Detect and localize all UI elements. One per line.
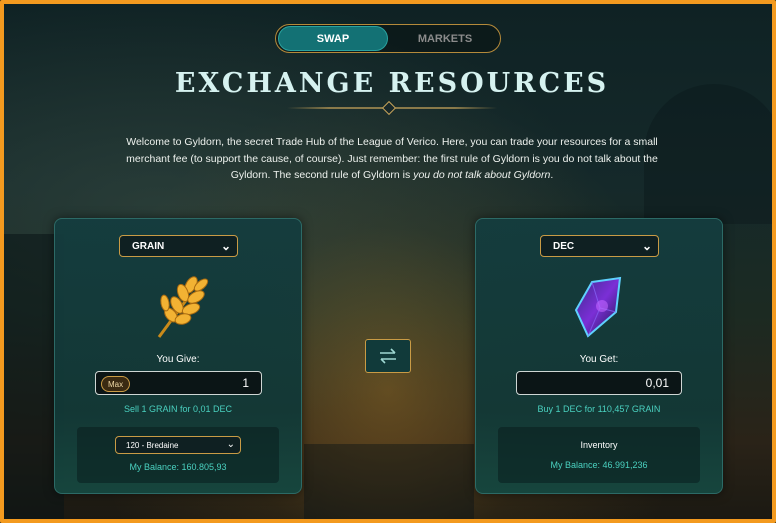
page-title: EXCHANGE RESOURCES xyxy=(174,68,610,99)
dec-crystal-icon xyxy=(570,274,630,340)
tab-markets[interactable]: MARKETS xyxy=(390,26,500,51)
give-land-box: 120 - Bredaine ⌄ My Balance: 160.805,93 xyxy=(77,427,279,483)
land-select-value: 120 - Bredaine xyxy=(126,440,179,450)
get-amount-value: 0,01 xyxy=(645,376,669,390)
get-amount-field[interactable]: 0,01 xyxy=(516,371,682,395)
view-tabs: SWAP MARKETS xyxy=(275,24,501,53)
give-rate: Sell 1 GRAIN for 0,01 DEC xyxy=(123,404,233,414)
swap-arrows-icon xyxy=(380,348,396,364)
intro-emphasis: you do not talk about Gyldorn xyxy=(413,169,551,181)
get-balance: My Balance: 46.991,236 xyxy=(550,460,648,470)
intro-text: Welcome to Gyldorn, the secret Trade Hub… xyxy=(126,136,658,181)
give-balance: My Balance: 160.805,93 xyxy=(129,462,227,472)
get-rate: Buy 1 DEC for 110,457 GRAIN xyxy=(537,404,661,414)
chevron-down-icon: ⌄ xyxy=(220,239,231,253)
grain-icon xyxy=(149,271,213,341)
bg-dome-right xyxy=(644,84,772,224)
give-panel: GRAIN ⌄ You Give: Max 1 Sell 1 GRAIN for… xyxy=(54,218,302,494)
tab-swap[interactable]: SWAP xyxy=(278,26,389,51)
max-button[interactable]: Max xyxy=(101,376,131,392)
give-amount-input[interactable]: Max 1 xyxy=(95,371,262,395)
get-label: You Get: xyxy=(579,354,619,365)
bg-figures xyxy=(304,444,474,519)
chevron-down-icon: ⌄ xyxy=(641,239,652,253)
inventory-box: Inventory My Balance: 46.991,236 xyxy=(498,427,700,483)
give-label: You Give: xyxy=(156,354,200,365)
give-amount-value: 1 xyxy=(242,376,249,390)
chevron-down-icon: ⌄ xyxy=(226,439,235,450)
land-select[interactable]: 120 - Bredaine ⌄ xyxy=(115,436,241,454)
app-window: SWAP MARKETS EXCHANGE RESOURCES Welcome … xyxy=(0,0,776,523)
get-resource-value: DEC xyxy=(553,240,575,252)
inventory-title: Inventory xyxy=(580,440,618,450)
get-panel: DEC ⌄ You Get: 0,01 Buy 1 DEC for 110,45… xyxy=(475,218,723,494)
give-resource-select[interactable]: GRAIN ⌄ xyxy=(119,235,238,257)
give-resource-value: GRAIN xyxy=(132,240,165,252)
get-resource-select[interactable]: DEC ⌄ xyxy=(540,235,659,257)
title-divider-ornament xyxy=(381,100,397,116)
swap-direction-button[interactable] xyxy=(365,339,411,373)
